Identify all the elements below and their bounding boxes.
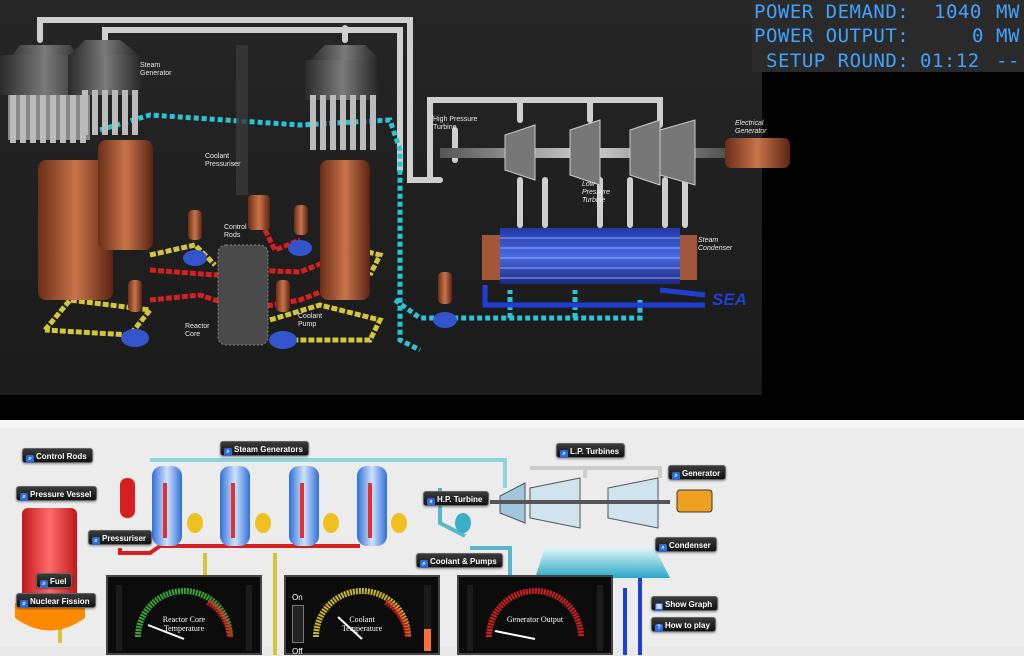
coolant-temperature-gauge: On Off Coolant Temperature (284, 575, 440, 656)
power-demand-unit: MW (996, 1, 1020, 23)
pressuriser-tube (236, 45, 248, 195)
pump-switch[interactable] (292, 605, 304, 643)
magnifier-icon: ⌕ (20, 493, 28, 501)
label-coolant-pump: Coolant Pump (298, 313, 323, 328)
turbine-shaft (440, 138, 790, 168)
generator-output-gauge: Generator Output (457, 575, 613, 655)
show-graph-button[interactable]: ▤ Show Graph (651, 596, 719, 611)
switch-on-label: On (292, 593, 303, 602)
power-hud: POWER DEMAND: 1040 MW POWER OUTPUT: 0 MW… (752, 0, 1024, 72)
plant-scene: Steam Generator Coolant Pressuriser Cont… (0, 0, 1024, 420)
magnifier-icon: ⌕ (560, 450, 568, 458)
label-control-rods: Control Rods (224, 224, 247, 239)
nuclear-fission-button[interactable]: ⌕ Nuclear Fission (16, 593, 96, 608)
condenser-button[interactable]: ⌕ Condenser (655, 537, 717, 552)
schematic-panel: ⌕ Control Rods ⌕ Pressure Vessel ⌕ Pressuri… (0, 420, 1024, 656)
control-rods-button[interactable]: ⌕ Control Rods (22, 448, 93, 463)
power-demand-label: POWER DEMAND: (754, 1, 910, 23)
power-output-value: 0 (972, 25, 984, 47)
label-steam-condenser: Steam Condenser (698, 237, 733, 252)
pressuriser-button[interactable]: ⌕ Pressuriser (88, 530, 153, 545)
turbines (504, 119, 696, 186)
label-sea: SEA (712, 290, 747, 309)
steam-generator-3 (305, 45, 380, 300)
magnifier-icon: ⌕ (26, 455, 34, 463)
magnifier-icon: ⌕ (224, 448, 232, 456)
pressuriser-icon (120, 478, 135, 518)
label-steam-generator: Steam Generator (140, 62, 172, 77)
power-output-label: POWER OUTPUT: (754, 25, 910, 47)
sg-icons (152, 466, 387, 546)
reactor-core (217, 244, 269, 346)
switch-off-label: Off (292, 647, 303, 656)
label-coolant-pressuriser: Coolant Pressuriser (205, 153, 241, 168)
power-demand-value: 1040 (934, 1, 982, 23)
how-to-play-button[interactable]: ? How to play (651, 617, 716, 632)
lp-turbines-button[interactable]: ⌕ L.P. Turbines (556, 443, 626, 458)
graph-icon: ▤ (655, 603, 663, 611)
condenser (482, 228, 697, 284)
hp-turbine-button[interactable]: ⌕ H.P. Turbine (423, 491, 489, 506)
coolant-pumps-button[interactable]: ⌕ Coolant & Pumps (416, 553, 503, 568)
setup-round-label: SETUP ROUND: (766, 50, 910, 72)
pressure-vessel-button[interactable]: ⌕ Pressure Vessel (16, 486, 98, 501)
setup-round-timer: 01:12 (920, 50, 980, 72)
label-low-pressure-turbine: Low Pressure Turbine (582, 181, 611, 204)
magnifier-icon: ⌕ (20, 600, 28, 608)
sea-water-pipes (482, 285, 706, 308)
steam-generators-button[interactable]: ⌕ Steam Generators (220, 441, 309, 456)
magnifier-icon: ⌕ (672, 472, 680, 480)
setup-round-suffix: -- (996, 50, 1020, 72)
label-high-pressure-turbine: High Pressure Turbine (433, 116, 478, 131)
magnifier-icon: ⌕ (659, 544, 667, 552)
question-icon: ? (655, 624, 663, 632)
coolant-temp-label: Coolant Temperature (341, 615, 383, 633)
magnifier-icon: ⌕ (92, 537, 100, 545)
power-output-unit: MW (996, 25, 1020, 47)
generator-output-label: Generator Output (506, 615, 564, 624)
magnifier-icon: ⌕ (427, 498, 435, 506)
label-reactor-core: Reactor Core (185, 323, 210, 338)
fuel-button[interactable]: ⌕ Fuel (36, 573, 73, 588)
reactor-core-temp-label: Reactor Core Temperature (162, 615, 206, 633)
magnifier-icon: ⌕ (420, 560, 428, 568)
magnifier-icon: ⌕ (40, 580, 48, 588)
reactor-core-temperature-gauge: Reactor Core Temperature (106, 575, 262, 655)
generator-button[interactable]: ⌕ Generator (668, 465, 727, 480)
